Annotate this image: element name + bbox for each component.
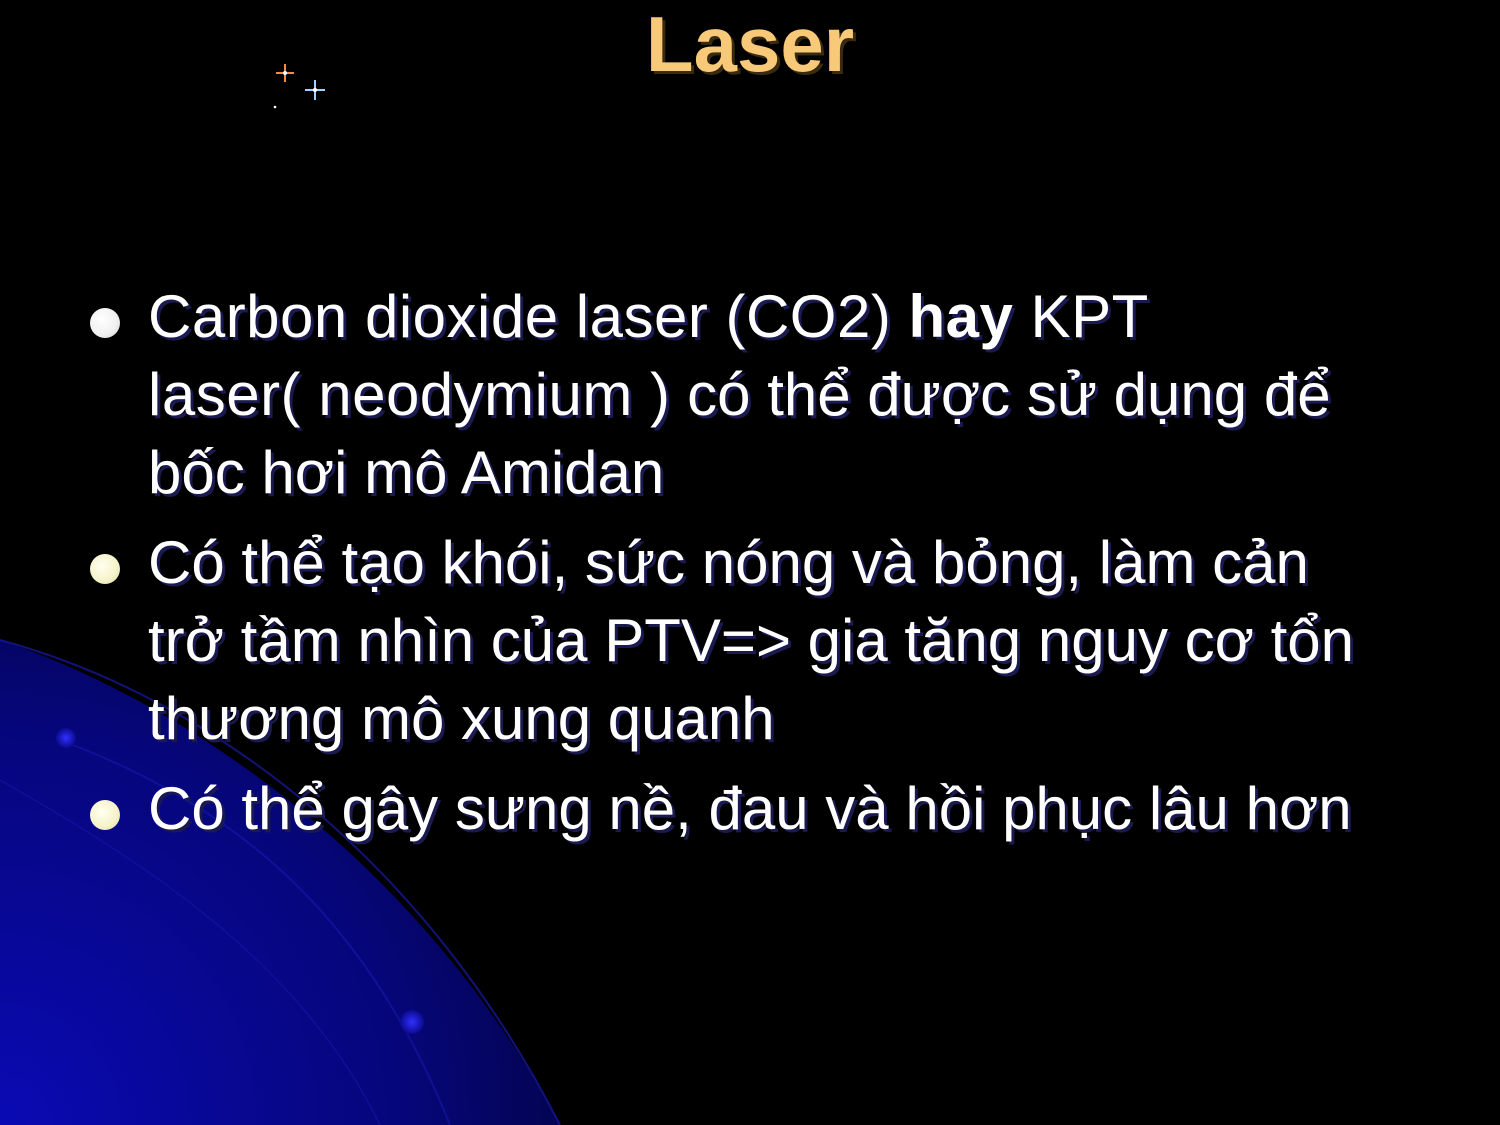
slide-title: Laser [645, 0, 855, 88]
bullet-text-bold: hay [908, 283, 1014, 350]
bullet-line: Có thể gây sưng nề, đau và hồi phục lâu … [148, 775, 1352, 842]
bullet-text: Carbon dioxide laser (CO2) [148, 283, 909, 350]
bullet-line: bốc hơi mô Amidan [148, 439, 665, 506]
bullet-list: Carbon dioxide laser (CO2) hay KPT laser… [90, 278, 1420, 860]
bullet-text: có thể được sử dụng để [670, 361, 1331, 428]
bullet-line: Có thể tạo khói, sức nóng và bỏng, làm c… [148, 529, 1309, 596]
bullet-line: trở tầm nhìn của PTV=> gia tăng nguy cơ … [148, 607, 1355, 674]
bullet-item: Carbon dioxide laser (CO2) hay KPT laser… [90, 278, 1420, 512]
orb-small [56, 728, 76, 748]
bullet-line: laser( neodymium ) có thể được sử dụng đ… [148, 356, 1331, 434]
bullet-line: Carbon dioxide laser (CO2) hay KPT [148, 278, 1149, 356]
round-bullet-icon [90, 800, 120, 830]
bullet-line: thương mô xung quanh [148, 685, 775, 752]
slide: Laser Carbon dioxide laser (CO2) hay KPT… [0, 0, 1500, 1125]
bullet-item: Có thể gây sưng nề, đau và hồi phục lâu … [90, 770, 1420, 848]
bullet-text: KPT [1013, 283, 1149, 350]
orb-medium [400, 1010, 424, 1034]
bullet-item: Có thể tạo khói, sức nóng và bỏng, làm c… [90, 524, 1420, 758]
round-bullet-icon [90, 554, 120, 584]
bullet-text: laser( neodymium ) [148, 361, 671, 428]
round-bullet-icon [90, 308, 120, 338]
